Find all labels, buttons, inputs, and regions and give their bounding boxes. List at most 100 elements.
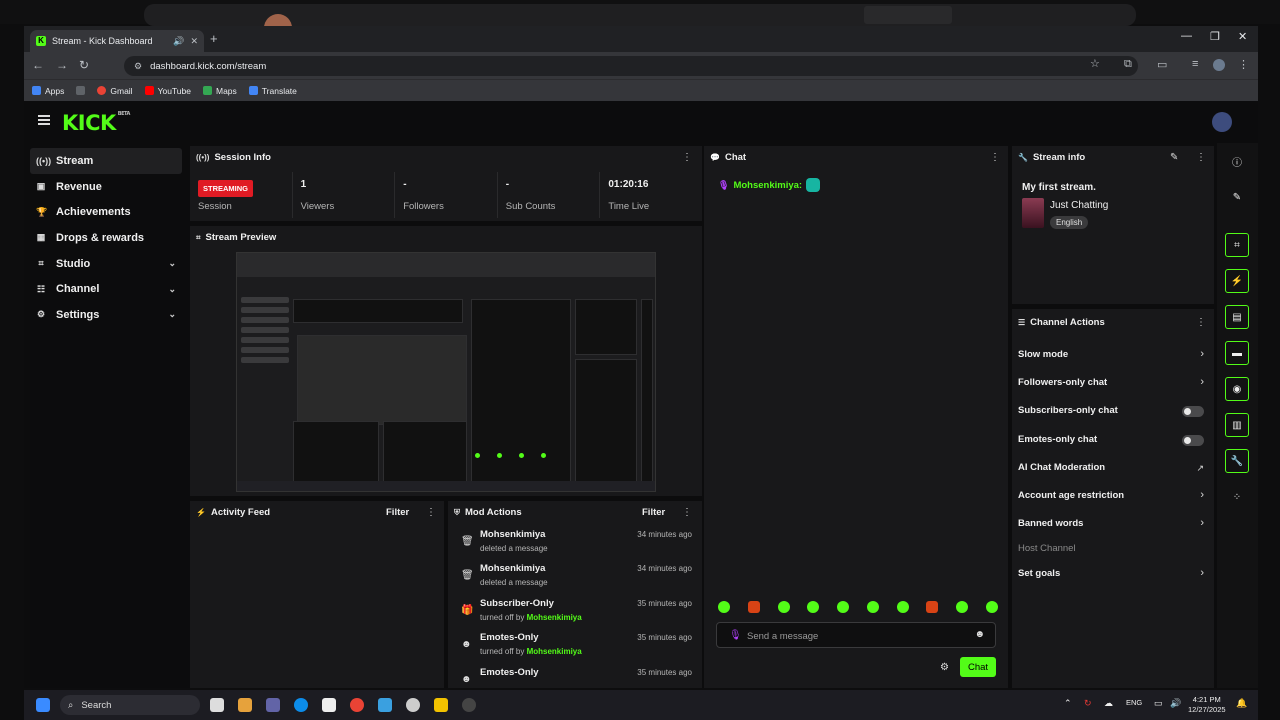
more-options-icon[interactable]: ⋮: [682, 507, 692, 518]
action-account-age[interactable]: Account age restriction ›: [1012, 482, 1214, 510]
language-indicator[interactable]: ENG: [1126, 698, 1142, 707]
media-player-icon[interactable]: [462, 698, 476, 712]
forward-button[interactable]: →: [56, 58, 68, 72]
action-set-goals[interactable]: Set goals ›: [1012, 560, 1214, 588]
app-icon[interactable]: [406, 698, 420, 712]
browser-tab[interactable]: K Stream - Kick Dashboard 🔊 ✕: [30, 30, 204, 52]
store-icon[interactable]: [322, 698, 336, 712]
emote-icon[interactable]: [837, 601, 850, 613]
emote-icon[interactable]: [985, 601, 998, 613]
sidebar-icon[interactable]: ▭: [1157, 58, 1167, 71]
more-options-icon[interactable]: ⋮: [1196, 152, 1206, 163]
close-window-button[interactable]: ✕: [1238, 30, 1247, 43]
volume-icon[interactable]: 🔊: [1170, 698, 1181, 709]
clip-icon[interactable]: ⌗: [1225, 233, 1249, 257]
cloud-icon[interactable]: ☁: [1104, 698, 1113, 709]
activity-filter-button[interactable]: Filter: [386, 507, 409, 518]
edit-pencil-icon[interactable]: ✎: [1225, 185, 1249, 209]
action-ai-moderation[interactable]: AI Chat Moderation ↗: [1012, 454, 1214, 482]
bookmark-translate[interactable]: Translate: [248, 86, 297, 96]
more-options-icon[interactable]: ⋮: [426, 507, 436, 518]
network-icon[interactable]: ▭: [1154, 698, 1163, 709]
reload-button[interactable]: ↻: [79, 58, 89, 72]
send-chat-button[interactable]: Chat: [960, 657, 996, 677]
sidebar-item-revenue[interactable]: ▣ Revenue: [30, 174, 182, 200]
chrome-icon[interactable]: [350, 698, 364, 712]
emotes-only-toggle[interactable]: [1182, 434, 1204, 446]
emote-icon[interactable]: [866, 601, 879, 613]
more-actions-icon[interactable]: ⁘: [1225, 485, 1249, 509]
moderator-link[interactable]: Mohsenkimiya: [527, 613, 582, 622]
more-options-icon[interactable]: ⋮: [990, 152, 1000, 163]
emote-icon[interactable]: [747, 601, 760, 613]
bookmark-youtube[interactable]: YouTube: [144, 86, 191, 96]
moderator-link[interactable]: Mohsenkimiya: [527, 647, 582, 656]
info-icon[interactable]: ⓘ: [1225, 149, 1249, 173]
notification-bell-icon[interactable]: 🔔: [1236, 698, 1247, 709]
chevron-up-icon[interactable]: ⌃: [1064, 698, 1072, 709]
emote-icon[interactable]: [777, 601, 790, 613]
emoji-picker-icon[interactable]: ☻: [974, 629, 985, 640]
microphone-icon[interactable]: 🎙: [729, 630, 742, 641]
chevron-down-icon[interactable]: ⌄: [168, 258, 176, 269]
wrench-icon[interactable]: 🔧: [1225, 449, 1249, 473]
teams-icon[interactable]: [266, 698, 280, 712]
task-view-icon[interactable]: [210, 698, 224, 712]
profile-avatar[interactable]: [1213, 59, 1225, 71]
chat-username[interactable]: Mohsenkimiya:: [733, 180, 802, 191]
mod-filter-button[interactable]: Filter: [642, 507, 665, 518]
sidebar-item-achievements[interactable]: 🏆 Achievements: [30, 199, 182, 225]
minimize-button[interactable]: —: [1181, 30, 1192, 42]
more-options-icon[interactable]: ⋮: [682, 152, 692, 163]
broadcast-icon[interactable]: ◉: [1225, 377, 1249, 401]
user-avatar[interactable]: [1212, 112, 1232, 132]
bolt-icon[interactable]: ⚡: [1225, 269, 1249, 293]
sync-icon[interactable]: ↻: [1084, 698, 1092, 709]
action-slow-mode[interactable]: Slow mode ›: [1012, 341, 1214, 369]
stream-preview-video[interactable]: [236, 252, 656, 492]
edge-icon[interactable]: [294, 698, 308, 712]
speaker-icon[interactable]: 🔊: [173, 36, 184, 47]
file-explorer-icon[interactable]: [434, 698, 448, 712]
emote-icon[interactable]: [926, 601, 939, 613]
kick-logo[interactable]: KICK BETA: [62, 111, 130, 135]
taskbar-search[interactable]: ⌕ Search: [60, 695, 200, 715]
bookmark-grid[interactable]: [76, 86, 86, 95]
extensions-icon[interactable]: ⧉: [1124, 58, 1132, 71]
emote-icon[interactable]: [718, 601, 730, 613]
subscribers-only-toggle[interactable]: [1182, 406, 1204, 418]
chat-settings-icon[interactable]: ⚙: [940, 662, 949, 673]
address-bar[interactable]: ⚙ dashboard.kick.com/stream: [124, 56, 1138, 76]
action-followers-only[interactable]: Followers-only chat ›: [1012, 369, 1214, 397]
bookmark-gmail[interactable]: Gmail: [97, 86, 133, 96]
printer-icon[interactable]: ▥: [1225, 413, 1249, 437]
media-icon[interactable]: ≡: [1192, 58, 1198, 70]
emote-icon[interactable]: [956, 601, 969, 613]
chat-input[interactable]: [747, 627, 967, 645]
chevron-down-icon[interactable]: ⌄: [168, 309, 176, 320]
close-tab-icon[interactable]: ✕: [190, 36, 198, 47]
chat-bubble-icon[interactable]: ▬: [1225, 341, 1249, 365]
emote-icon[interactable]: [896, 601, 909, 613]
taskbar-clock[interactable]: 4:21 PM 12/27/2025: [1188, 695, 1226, 715]
emote-icon[interactable]: [807, 601, 820, 613]
sidebar-item-studio[interactable]: ⌗ Studio ⌄: [30, 251, 182, 277]
sidebar-item-drops[interactable]: ▦ Drops & rewards: [30, 225, 182, 251]
back-button[interactable]: ←: [32, 58, 44, 72]
chevron-down-icon[interactable]: ⌄: [168, 284, 176, 295]
more-options-icon[interactable]: ⋮: [1196, 317, 1206, 328]
document-icon[interactable]: ▤: [1225, 305, 1249, 329]
new-tab-button[interactable]: +: [210, 31, 218, 46]
bookmark-apps[interactable]: Apps: [32, 86, 64, 96]
browser-menu-icon[interactable]: ⋮: [1238, 58, 1249, 71]
hamburger-menu-icon[interactable]: [38, 115, 50, 125]
widgets-icon[interactable]: [238, 698, 252, 712]
sidebar-item-settings[interactable]: ⚙ Settings ⌄: [30, 302, 182, 328]
site-settings-icon[interactable]: ⚙: [134, 61, 142, 72]
app-icon[interactable]: [378, 698, 392, 712]
restore-button[interactable]: ❐: [1210, 30, 1220, 43]
category-name[interactable]: Just Chatting: [1050, 200, 1108, 211]
windows-start-icon[interactable]: [36, 698, 50, 712]
bookmark-star-icon[interactable]: ☆: [1090, 57, 1100, 70]
edit-pencil-icon[interactable]: ✎: [1170, 152, 1178, 163]
